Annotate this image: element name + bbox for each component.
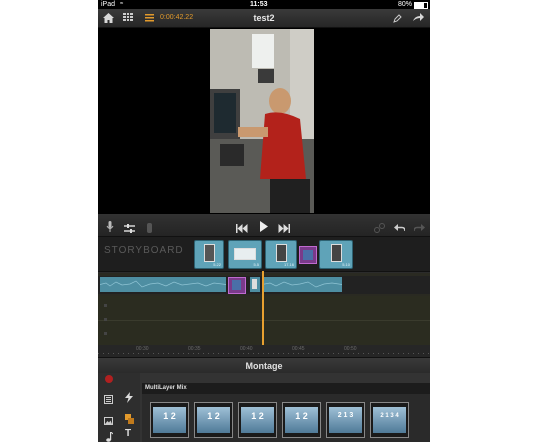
storyboard-clip[interactable]: 17.16 xyxy=(265,240,297,269)
battery-percent: 80% xyxy=(398,1,413,8)
ruler-tick: 00:50 xyxy=(344,346,357,352)
ruler-tick: 00:45 xyxy=(292,346,305,352)
timeline[interactable] xyxy=(98,271,430,345)
tool-sidebar: T xyxy=(98,373,140,442)
video-viewer[interactable] xyxy=(98,28,430,214)
montage-template[interactable]: 1 2 xyxy=(150,402,189,438)
transition-clip[interactable] xyxy=(299,246,317,264)
montage-title: Montage xyxy=(245,361,283,371)
montage-template[interactable]: 2 1 3 4 xyxy=(370,402,409,438)
ruler-tick: 00:35 xyxy=(188,346,201,352)
timeline-clip[interactable] xyxy=(261,277,343,292)
home-icon[interactable] xyxy=(100,9,116,30)
timeline-clip[interactable] xyxy=(250,277,260,292)
list-icon[interactable] xyxy=(142,9,156,29)
record-icon[interactable] xyxy=(105,375,113,383)
grid-icon[interactable] xyxy=(120,9,136,29)
video-frame xyxy=(210,29,314,213)
microphone-icon[interactable] xyxy=(106,219,114,237)
ruler-tick: 00:30 xyxy=(136,346,149,352)
status-bar: iPad ≈ 11:53 80% xyxy=(98,0,430,9)
playhead[interactable] xyxy=(262,271,264,345)
app-window: 0:00:42.22 test2 STORYBOARD 5.22 5.5 17.… xyxy=(98,9,430,442)
image-icon[interactable] xyxy=(104,412,113,430)
montage-section-header: MultiLayer Mix xyxy=(142,383,430,394)
battery-icon xyxy=(414,2,428,9)
timeline-clip[interactable] xyxy=(99,277,227,292)
ruler-tick: 00:40 xyxy=(240,346,253,352)
storyboard-clip[interactable]: 5.22 xyxy=(194,240,224,269)
montage-template[interactable]: 1 2 xyxy=(238,402,277,438)
template-strip: 1 2 1 2 1 2 1 2 2 1 3 2 1 3 4 xyxy=(142,394,430,442)
montage-template[interactable]: 2 1 3 xyxy=(326,402,365,438)
transport-bar xyxy=(98,214,430,236)
montage-panel: T MultiLayer Mix 1 2 1 2 1 2 1 2 2 1 3 2… xyxy=(98,373,430,442)
audio-tracks[interactable] xyxy=(98,296,430,345)
storyboard-clip[interactable]: 5.5 xyxy=(228,240,262,269)
timeline-ruler: 00:30 00:35 00:40 00:45 00:50 xyxy=(98,345,430,357)
text-icon[interactable]: T xyxy=(125,428,131,439)
project-title: test2 xyxy=(253,13,275,23)
timeline-transition[interactable] xyxy=(228,277,246,294)
top-toolbar: 0:00:42.22 test2 xyxy=(98,9,430,28)
storyboard-label: STORYBOARD xyxy=(104,245,184,256)
film-icon[interactable] xyxy=(104,391,113,409)
video-track xyxy=(98,276,430,294)
montage-template[interactable]: 1 2 xyxy=(282,402,321,438)
share-icon[interactable] xyxy=(410,9,426,29)
timecode: 0:00:42.22 xyxy=(160,14,194,21)
lightning-icon[interactable] xyxy=(125,390,133,408)
layers-icon[interactable] xyxy=(125,411,134,429)
wifi-icon: ≈ xyxy=(120,1,124,7)
storyboard: STORYBOARD 5.22 5.5 17.16 5.10 xyxy=(98,236,430,272)
edit-icon[interactable] xyxy=(390,9,404,30)
clock: 11:53 xyxy=(250,1,268,8)
play-icon[interactable] xyxy=(259,219,268,237)
music-icon[interactable] xyxy=(105,429,114,442)
storyboard-clip[interactable]: 5.10 xyxy=(319,240,353,269)
section-label: MultiLayer Mix xyxy=(145,385,187,391)
montage-template[interactable]: 1 2 xyxy=(194,402,233,438)
device-label: iPad xyxy=(101,1,116,8)
